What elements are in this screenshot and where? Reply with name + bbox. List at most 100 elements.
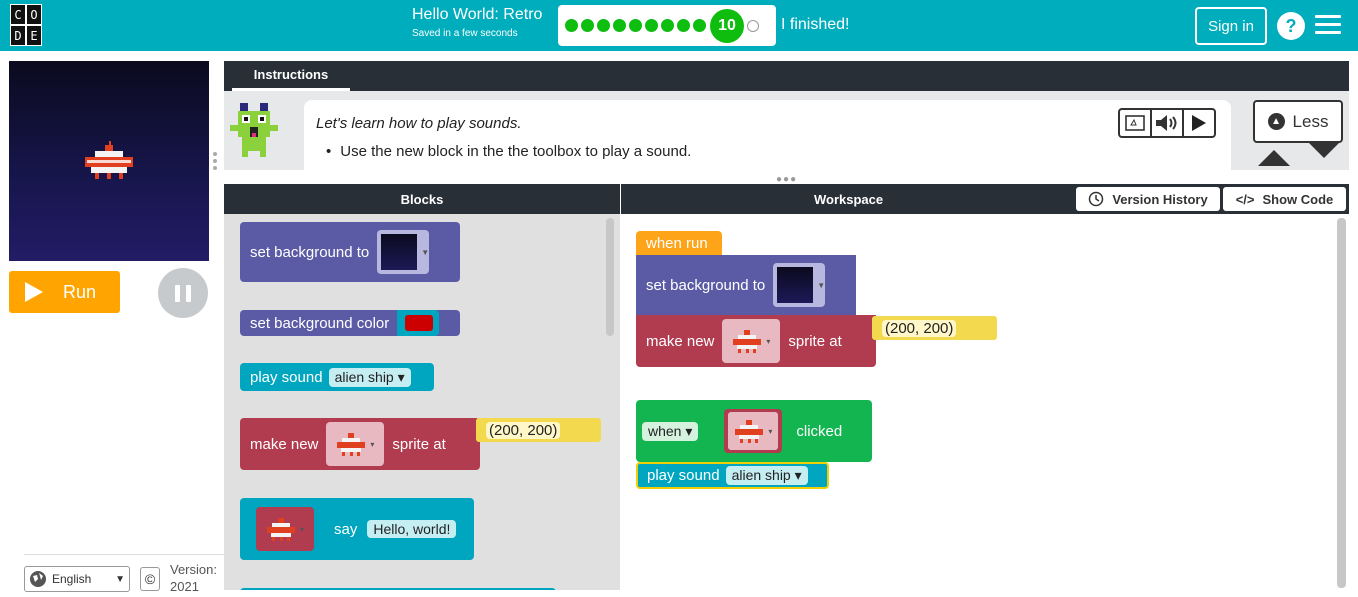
hamburger-menu-icon[interactable] xyxy=(1315,15,1341,35)
blocks-header: Blocks xyxy=(224,184,620,214)
immersive-reader-icon[interactable] xyxy=(1120,110,1152,136)
logo-letter xyxy=(42,4,58,25)
block-label: play sound xyxy=(250,368,323,386)
pause-button[interactable] xyxy=(158,268,208,318)
event-value: when xyxy=(648,422,682,439)
help-icon[interactable]: ? xyxy=(1277,12,1305,40)
toolbox-scrollbar[interactable] xyxy=(606,218,614,336)
workspace-coordinate-block[interactable]: (200, 200) xyxy=(872,316,997,340)
progress-dot[interactable] xyxy=(581,19,594,32)
progress-dot[interactable] xyxy=(597,19,610,32)
sound-dropdown[interactable]: alien ship ▾ xyxy=(328,367,411,387)
sound-value: alien ship xyxy=(334,368,394,385)
code-org-logo[interactable]: C O D E xyxy=(10,4,58,47)
toolbox-coordinate-block[interactable]: (200, 200) xyxy=(476,418,601,442)
toolbox-block-make-new-sprite[interactable]: make new ▾ sprite at xyxy=(240,418,480,470)
workspace-block-set-background[interactable]: set background to ▼ xyxy=(636,255,856,315)
sprite-picker[interactable]: ▾ xyxy=(326,422,385,466)
version-history-button[interactable]: Version History xyxy=(1076,187,1220,211)
logo-letter: C xyxy=(10,4,26,25)
progress-dot[interactable] xyxy=(693,19,706,32)
scroll-up-arrow[interactable] xyxy=(1258,150,1290,166)
page-title: Hello World: Retro xyxy=(412,6,543,23)
event-dropdown[interactable]: when ▾ xyxy=(642,421,699,441)
project-title-area: Hello World: Retro Saved in a few second… xyxy=(412,6,542,39)
toolbox-block-set-background-color[interactable]: set background color xyxy=(240,310,460,336)
workspace-header-label: Workspace xyxy=(814,191,884,207)
instructions-intro: Let's learn how to play sounds. xyxy=(316,115,522,132)
saved-status: Saved in a few seconds xyxy=(412,28,518,39)
play-audio-icon[interactable] xyxy=(1184,110,1214,136)
say-text-input[interactable]: Hello, world! xyxy=(367,520,457,538)
block-label: set background to xyxy=(250,243,370,261)
current-level-dot[interactable]: 10 xyxy=(710,8,744,43)
progress-dot[interactable] xyxy=(613,19,626,32)
run-button[interactable]: Run xyxy=(9,271,120,313)
toolbox-block-say[interactable]: ▾ say Hello, world! xyxy=(240,498,474,560)
toolbox-block-partial[interactable] xyxy=(240,588,556,590)
block-label: sprite at xyxy=(788,332,842,350)
run-label: Run xyxy=(63,281,97,302)
sprite-picker[interactable]: ▾ xyxy=(256,507,314,551)
sound-dropdown[interactable]: alien ship ▾ xyxy=(725,466,808,485)
workspace-scrollbar[interactable] xyxy=(1337,218,1346,588)
sprite-picker[interactable]: ▾ xyxy=(722,319,781,363)
workspace-block-play-sound[interactable]: play sound alien ship ▾ xyxy=(636,462,829,489)
progress-dot[interactable] xyxy=(677,19,690,32)
play-icon xyxy=(25,282,43,302)
progress-dot[interactable] xyxy=(565,19,578,32)
block-label: sprite at xyxy=(392,435,446,453)
logo-letter: E xyxy=(26,25,42,46)
language-select[interactable]: English ▼ xyxy=(24,566,130,592)
tab-instructions[interactable]: Instructions xyxy=(232,61,350,91)
block-label: clicked xyxy=(796,422,843,440)
left-column: Run English ▼ © Version: 2021 xyxy=(0,51,224,597)
progress-dot[interactable] xyxy=(645,19,658,32)
toolbox-block-set-background[interactable]: set background to ▼ xyxy=(240,222,460,282)
less-label: Less xyxy=(1292,111,1329,131)
sprite-picker[interactable]: ▾ xyxy=(724,409,783,453)
sign-in-button[interactable]: Sign in xyxy=(1195,7,1267,45)
version-history-label: Version History xyxy=(1112,191,1208,207)
globe-icon xyxy=(30,571,46,587)
block-label: play sound xyxy=(647,467,720,484)
show-code-label: Show Code xyxy=(1262,191,1334,207)
chevron-up-icon: ▲ xyxy=(1267,113,1285,130)
version-info: Version: 2021 xyxy=(170,561,217,595)
when-clicked-block[interactable]: when ▾ ▾ clicked xyxy=(636,400,872,462)
toolbox-block-play-sound[interactable]: play sound alien ship ▾ xyxy=(240,363,434,391)
block-label: say xyxy=(334,520,358,538)
alien-avatar-icon xyxy=(230,103,278,157)
footer-divider xyxy=(24,554,224,555)
instructions-bullet: Use the new block in the the toolbox to … xyxy=(326,143,691,160)
logo-letter xyxy=(42,25,58,46)
level-progress: 10 xyxy=(558,5,776,46)
blocks-header-label: Blocks xyxy=(400,191,444,207)
version-year: 2021 xyxy=(170,579,199,594)
background-picker[interactable]: ▼ xyxy=(773,263,826,307)
when-run-block[interactable]: when run xyxy=(636,231,722,255)
game-canvas[interactable] xyxy=(9,61,209,261)
toolbox-panel: set background to ▼ set background color… xyxy=(224,214,620,590)
instructions-area: Let's learn how to play sounds. Use the … xyxy=(224,91,1349,170)
coordinate-value: (200, 200) xyxy=(486,421,561,439)
progress-dot[interactable] xyxy=(661,19,674,32)
less-button[interactable]: ▲ Less xyxy=(1253,100,1343,143)
block-label: make new xyxy=(646,332,715,350)
scroll-down-arrow[interactable] xyxy=(1308,142,1340,158)
coordinate-value: (200, 200) xyxy=(882,319,957,337)
language-value: English xyxy=(52,572,92,586)
background-picker[interactable]: ▼ xyxy=(377,230,430,274)
vertical-resize-handle[interactable] xyxy=(213,152,217,173)
instructions-bubble: Let's learn how to play sounds. Use the … xyxy=(304,100,1231,170)
workspace-block-make-new-sprite[interactable]: make new ▾ sprite at xyxy=(636,315,876,367)
clock-icon xyxy=(1089,191,1104,207)
progress-dot[interactable] xyxy=(629,19,642,32)
copyright-button[interactable]: © xyxy=(140,567,160,591)
color-picker[interactable] xyxy=(397,310,440,336)
unfinished-level-dot[interactable] xyxy=(747,19,759,32)
speaker-icon[interactable] xyxy=(1152,110,1184,136)
chevron-down-icon: ▼ xyxy=(115,573,125,585)
finished-link[interactable]: I finished! xyxy=(781,16,849,34)
show-code-button[interactable]: </> Show Code xyxy=(1223,187,1346,211)
